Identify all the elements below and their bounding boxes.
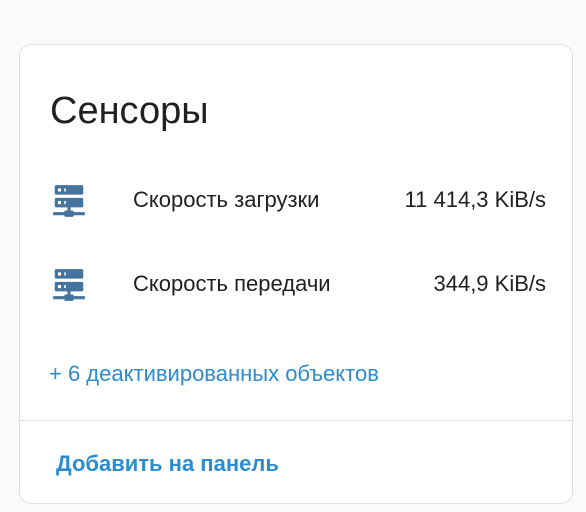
sensor-row-download-speed[interactable]: Скорость загрузки 11 414,3 KiB/s	[20, 176, 572, 224]
sensor-value: 344,9 KiB/s	[433, 271, 546, 296]
card-divider	[20, 420, 572, 421]
card-title: Сенсоры	[50, 90, 209, 132]
sensor-value: 11 414,3 KiB/s	[404, 187, 546, 212]
sensor-row-upload-speed[interactable]: Скорость передачи 344,9 KiB/s	[20, 260, 572, 308]
sensor-name: Скорость загрузки	[133, 187, 320, 212]
add-to-dashboard-button[interactable]: Добавить на панель	[56, 451, 279, 477]
server-network-icon	[53, 185, 85, 217]
server-network-icon	[53, 269, 85, 301]
show-disabled-entities-link[interactable]: + 6 деактивированных объектов	[49, 361, 379, 387]
sensor-name: Скорость передачи	[133, 271, 331, 296]
sensors-card: Сенсоры Скорость загрузки 11 414,3 KiB/s…	[19, 44, 573, 504]
